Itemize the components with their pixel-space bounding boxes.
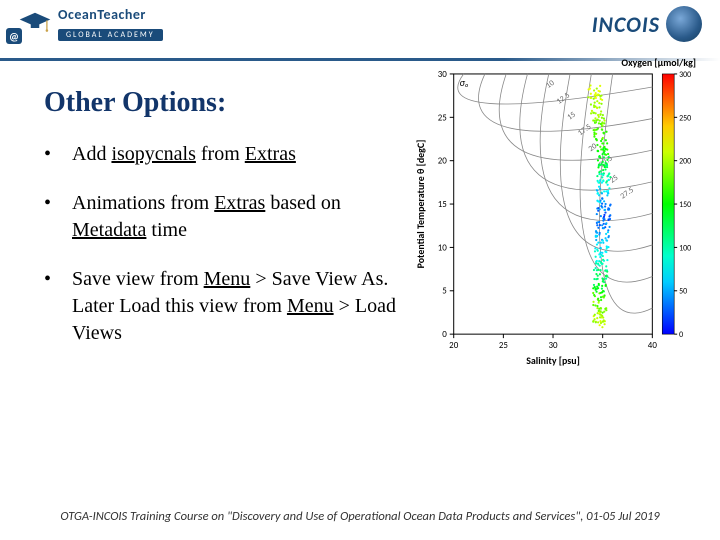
content-row: Other Options: • Add isopycnals from Ext… bbox=[0, 61, 720, 371]
slide: OceanTeacher GLOBAL ACADEMY INCOIS @ Oth… bbox=[0, 0, 720, 540]
svg-text:30: 30 bbox=[548, 340, 558, 351]
svg-text:25: 25 bbox=[499, 340, 508, 351]
t: Menu bbox=[287, 295, 334, 317]
svg-text:200: 200 bbox=[679, 157, 691, 167]
graduation-cap-icon bbox=[18, 11, 52, 37]
bullet-dot: • bbox=[44, 266, 72, 293]
t: Save view from bbox=[72, 268, 204, 290]
svg-text:20: 20 bbox=[438, 156, 448, 167]
t: Add bbox=[72, 143, 111, 165]
t: Metadata bbox=[72, 219, 146, 241]
svg-text:250: 250 bbox=[679, 113, 691, 123]
t: from bbox=[196, 143, 245, 165]
svg-text:σ₀: σ₀ bbox=[460, 77, 469, 89]
svg-text:20: 20 bbox=[587, 141, 599, 154]
svg-text:Oxygen [µmol/kg]: Oxygen [µmol/kg] bbox=[621, 57, 696, 69]
svg-text:15: 15 bbox=[565, 110, 577, 123]
bullet-text: Animations from Extras based on Metadata… bbox=[72, 190, 404, 244]
oceanteacher-brand: OceanTeacher bbox=[58, 6, 163, 23]
ts-diagram-chart: 20253035400510152025301012.51517.52022.5… bbox=[412, 51, 700, 371]
t: Extras bbox=[214, 192, 265, 214]
svg-text:12.5: 12.5 bbox=[555, 90, 572, 106]
bullet-dot: • bbox=[44, 141, 72, 168]
svg-text:300: 300 bbox=[679, 70, 691, 80]
bullet-text: Save view from Menu > Save View As. Late… bbox=[72, 266, 404, 347]
text-column: Other Options: • Add isopycnals from Ext… bbox=[44, 79, 404, 371]
t: Menu bbox=[204, 268, 251, 290]
bullet-item: • Animations from Extras based on Metada… bbox=[44, 190, 404, 244]
svg-text:40: 40 bbox=[648, 340, 658, 351]
svg-text:Potential Temperature θ [degC]: Potential Temperature θ [degC] bbox=[415, 140, 427, 269]
bullet-dot: • bbox=[44, 190, 72, 217]
svg-text:50: 50 bbox=[679, 287, 687, 297]
oceanteacher-subtitle: GLOBAL ACADEMY bbox=[58, 29, 163, 41]
bullet-item: • Save view from Menu > Save View As. La… bbox=[44, 266, 404, 347]
t: Extras bbox=[245, 143, 296, 165]
svg-text:Salinity [psu]: Salinity [psu] bbox=[526, 355, 580, 367]
svg-text:25: 25 bbox=[438, 112, 447, 123]
incois-text: INCOIS bbox=[592, 11, 660, 38]
chart-svg: 20253035400510152025301012.51517.52022.5… bbox=[412, 51, 700, 371]
incois-logo: INCOIS bbox=[592, 6, 702, 42]
at-badge-icon: @ bbox=[6, 28, 22, 44]
svg-text:0: 0 bbox=[679, 330, 683, 340]
globe-icon bbox=[666, 6, 702, 42]
svg-text:20: 20 bbox=[449, 340, 459, 351]
oceanteacher-text-block: OceanTeacher GLOBAL ACADEMY bbox=[58, 6, 163, 42]
bullet-item: • Add isopycnals from Extras bbox=[44, 141, 404, 168]
svg-text:100: 100 bbox=[679, 243, 691, 253]
svg-text:0: 0 bbox=[442, 329, 447, 340]
bullet-text: Add isopycnals from Extras bbox=[72, 141, 296, 168]
svg-text:15: 15 bbox=[438, 199, 447, 210]
bullet-list: • Add isopycnals from Extras • Animation… bbox=[44, 141, 404, 347]
t: time bbox=[146, 219, 187, 241]
oceanteacher-logo: OceanTeacher GLOBAL ACADEMY bbox=[18, 6, 163, 42]
svg-text:150: 150 bbox=[679, 200, 691, 210]
header: OceanTeacher GLOBAL ACADEMY INCOIS bbox=[0, 0, 720, 58]
footer-text: OTGA-INCOIS Training Course on "Discover… bbox=[0, 509, 720, 524]
svg-text:5: 5 bbox=[442, 286, 447, 297]
t: isopycnals bbox=[111, 143, 195, 165]
t: based on bbox=[265, 192, 341, 214]
t: Animations from bbox=[72, 192, 214, 214]
svg-text:30: 30 bbox=[438, 69, 448, 80]
svg-text:10: 10 bbox=[438, 242, 448, 253]
svg-text:35: 35 bbox=[598, 340, 607, 351]
slide-title: Other Options: bbox=[44, 87, 404, 119]
